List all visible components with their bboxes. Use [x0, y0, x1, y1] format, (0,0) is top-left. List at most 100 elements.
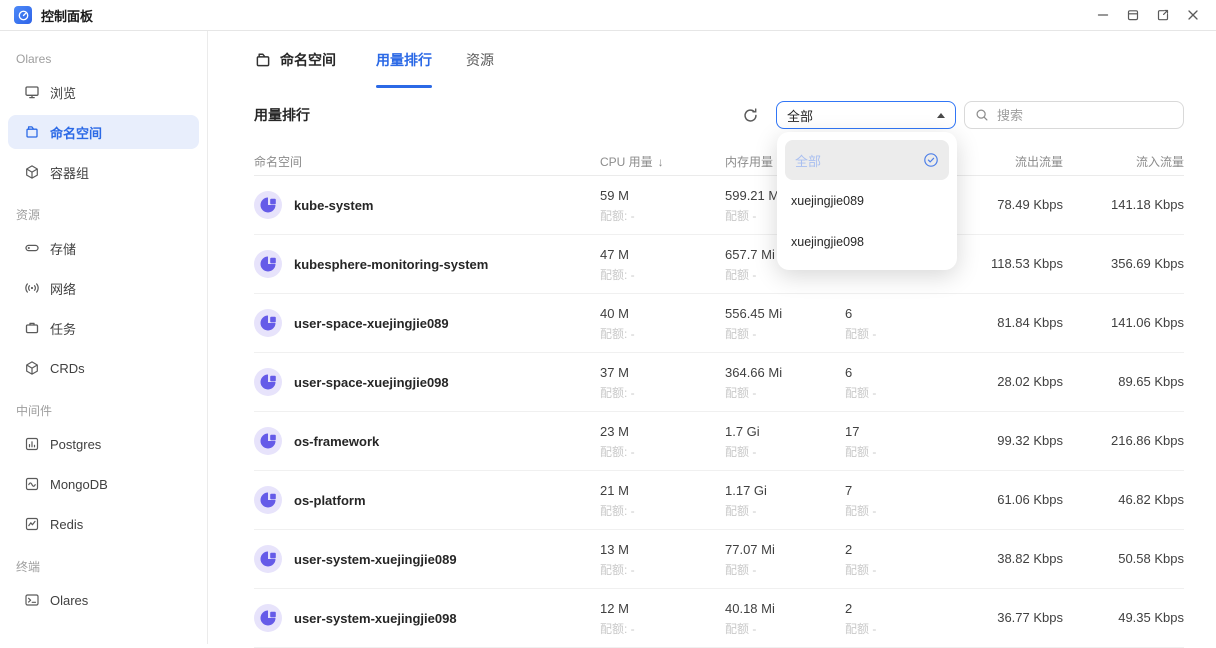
col-inbound: 流入流量	[1136, 153, 1184, 170]
tab-usage-ranking[interactable]: 用量排行	[376, 31, 432, 88]
sidebar-item-storage[interactable]: 存储	[8, 231, 199, 265]
dropdown-option-xuejingjie089[interactable]: xuejingjie089	[785, 180, 949, 221]
outbound-value: 61.06 Kbps	[997, 492, 1063, 507]
main-content: 命名空间 用量排行 资源 用量排行 全部 全部	[209, 31, 1216, 644]
usage-table: 命名空间 CPU 用量↓ 内存用量 流出流量 流入流量 kube-system …	[254, 147, 1184, 648]
memory-quota: 配额 -	[725, 385, 782, 401]
sidebar-section-olares: Olares	[16, 51, 199, 67]
monitor-icon	[24, 84, 40, 100]
col-memory: 内存用量	[725, 153, 773, 170]
sidebar-section-resources: 资源	[16, 207, 199, 223]
sidebar: Olares 浏览 命名空间 容器组 资源 存储 网络 任务	[0, 31, 208, 644]
table-row[interactable]: user-space-xuejingjie098 37 M配额: - 364.6…	[254, 353, 1184, 412]
open-external-button[interactable]	[1154, 6, 1172, 24]
cpu-quota: 配额: -	[600, 621, 635, 637]
inbound-value: 141.06 Kbps	[1111, 315, 1184, 330]
zigzag-box-icon	[24, 516, 40, 532]
sidebar-item-label: CRDs	[50, 361, 85, 376]
memory-value: 1.17 Gi	[725, 482, 767, 500]
namespace-name: user-space-xuejingjie098	[294, 375, 449, 390]
option-label: 全部	[795, 151, 821, 170]
memory-quota: 配额 -	[725, 208, 782, 224]
sidebar-item-postgres[interactable]: Postgres	[8, 427, 199, 461]
page-title-label: 命名空间	[280, 50, 336, 70]
table-row[interactable]: kube-system 59 M配额: - 599.21 Mi配额 - 配额 -…	[254, 176, 1184, 235]
search-box[interactable]	[964, 101, 1184, 129]
storage-icon	[24, 240, 40, 256]
bar-chart-box-icon	[24, 436, 40, 452]
outbound-value: 28.02 Kbps	[997, 374, 1063, 389]
check-circle-icon	[923, 152, 939, 168]
table-row[interactable]: kubesphere-monitoring-system 47 M配额: - 6…	[254, 235, 1184, 294]
namespace-icon	[24, 124, 40, 140]
sidebar-item-label: 容器组	[50, 163, 89, 182]
sidebar-item-jobs[interactable]: 任务	[8, 311, 199, 345]
outbound-value: 99.32 Kbps	[997, 433, 1063, 448]
tab-resources[interactable]: 资源	[466, 31, 494, 88]
chevron-up-icon	[937, 113, 945, 118]
pods-quota: 配额 -	[845, 326, 876, 342]
sidebar-item-crds[interactable]: CRDs	[8, 351, 199, 385]
table-row[interactable]: user-system-xuejingjie098 12 M 配额: - 40.1…	[254, 589, 1184, 648]
sidebar-item-terminal-olares[interactable]: Olares	[8, 583, 199, 617]
inbound-value: 49.35 Kbps	[1118, 610, 1184, 625]
memory-quota: 配额 -	[725, 621, 775, 637]
table-row[interactable]: os-platform 21 M配额: - 1.17 Gi配额 - 7配额 - …	[254, 471, 1184, 530]
pods-value: 2	[845, 541, 876, 559]
close-button[interactable]	[1184, 6, 1202, 24]
namespace-name: user-system-xuejingjie098	[294, 611, 457, 626]
dropdown-option-xuejingjie098[interactable]: xuejingjie098	[785, 221, 949, 262]
page-title: 命名空间	[254, 50, 336, 70]
cpu-quota: 配额: -	[600, 208, 635, 224]
pods-value: 7	[845, 482, 876, 500]
memory-quota: 配额 -	[725, 503, 767, 519]
sidebar-item-label: Olares	[50, 593, 88, 608]
namespace-name: os-platform	[294, 493, 366, 508]
table-header: 命名空间 CPU 用量↓ 内存用量 流出流量 流入流量	[254, 147, 1184, 176]
search-input[interactable]	[997, 108, 1173, 123]
cpu-value: 12 M	[600, 600, 635, 618]
sidebar-item-redis[interactable]: Redis	[8, 507, 199, 541]
table-row[interactable]: user-space-xuejingjie089 40 M配额: - 556.4…	[254, 294, 1184, 353]
namespace-pie-icon	[254, 191, 282, 219]
sidebar-item-browse[interactable]: 浏览	[8, 75, 199, 109]
filter-dropdown-panel: 全部 xuejingjie089 xuejingjie098	[777, 132, 957, 270]
cube-icon	[24, 164, 40, 180]
sidebar-item-namespaces[interactable]: 命名空间	[8, 115, 199, 149]
memory-quota: 配额 -	[725, 562, 775, 578]
sidebar-item-label: 存储	[50, 239, 76, 258]
option-label: xuejingjie089	[791, 194, 864, 208]
inbound-value: 216.86 Kbps	[1111, 433, 1184, 448]
namespace-name: os-framework	[294, 434, 379, 449]
col-namespace: 命名空间	[254, 153, 302, 170]
memory-quota: 配额 -	[725, 267, 775, 283]
briefcase-icon	[24, 320, 40, 336]
memory-quota: 配额 -	[725, 444, 760, 460]
cpu-quota: 配额: -	[600, 267, 635, 283]
controls-row: 用量排行 全部 全部 xuejingjie089	[254, 101, 1184, 129]
window-title: 控制面板	[41, 6, 93, 25]
restore-button[interactable]	[1124, 6, 1142, 24]
sidebar-item-label: 网络	[50, 279, 76, 298]
minimize-button[interactable]	[1094, 6, 1112, 24]
sidebar-item-network[interactable]: 网络	[8, 271, 199, 305]
memory-value: 556.45 Mi	[725, 305, 782, 323]
memory-value: 40.18 Mi	[725, 600, 775, 618]
cpu-value: 40 M	[600, 305, 635, 323]
sidebar-section-terminal: 终端	[16, 559, 199, 575]
outbound-value: 78.49 Kbps	[997, 197, 1063, 212]
tab-label: 用量排行	[376, 50, 432, 70]
table-row[interactable]: os-framework 23 M配额: - 1.7 Gi配额 - 17配额 -…	[254, 412, 1184, 471]
namespace-name: user-space-xuejingjie089	[294, 316, 449, 331]
sidebar-item-mongodb[interactable]: MongoDB	[8, 467, 199, 501]
dropdown-option-all[interactable]: 全部	[785, 140, 949, 180]
sidebar-item-pods[interactable]: 容器组	[8, 155, 199, 189]
table-row[interactable]: user-system-xuejingjie089 13 M配额: - 77.0…	[254, 530, 1184, 589]
sidebar-item-label: 浏览	[50, 83, 76, 102]
refresh-button[interactable]	[742, 107, 759, 124]
filter-dropdown[interactable]: 全部 全部 xuejingjie089 xuejingjie098	[776, 101, 956, 129]
col-cpu[interactable]: CPU 用量↓	[600, 153, 664, 170]
namespace-name: kubesphere-monitoring-system	[294, 257, 488, 272]
memory-value: 599.21 Mi	[725, 187, 782, 205]
namespace-pie-icon	[254, 486, 282, 514]
